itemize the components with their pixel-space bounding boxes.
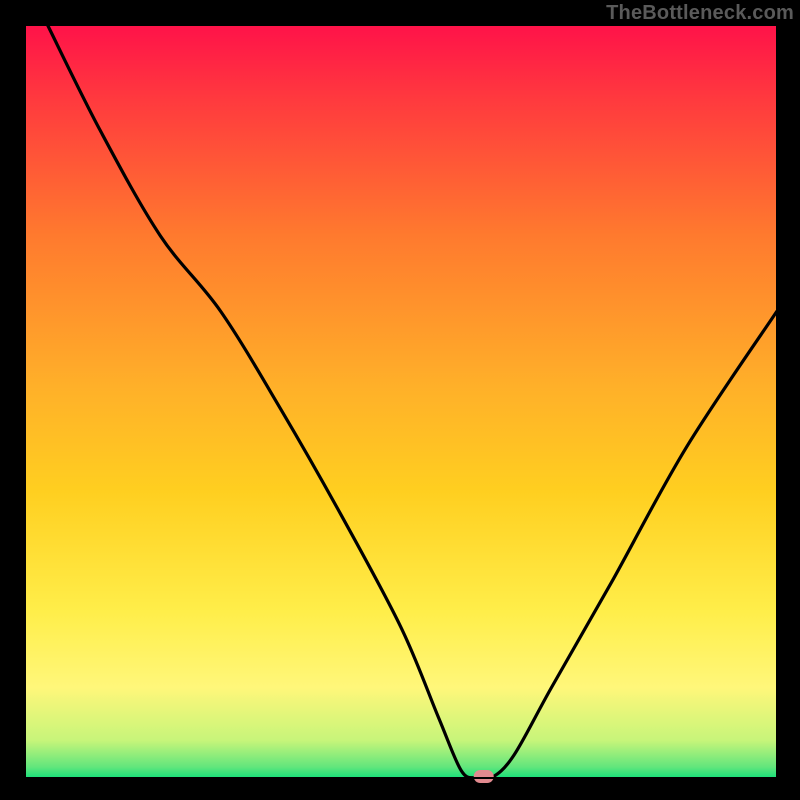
plot-area bbox=[25, 25, 777, 778]
optimum-marker bbox=[474, 770, 494, 783]
attribution-text: TheBottleneck.com bbox=[606, 2, 794, 25]
chart-frame: TheBottleneck.com bbox=[0, 0, 800, 800]
bottleneck-chart bbox=[0, 0, 800, 800]
